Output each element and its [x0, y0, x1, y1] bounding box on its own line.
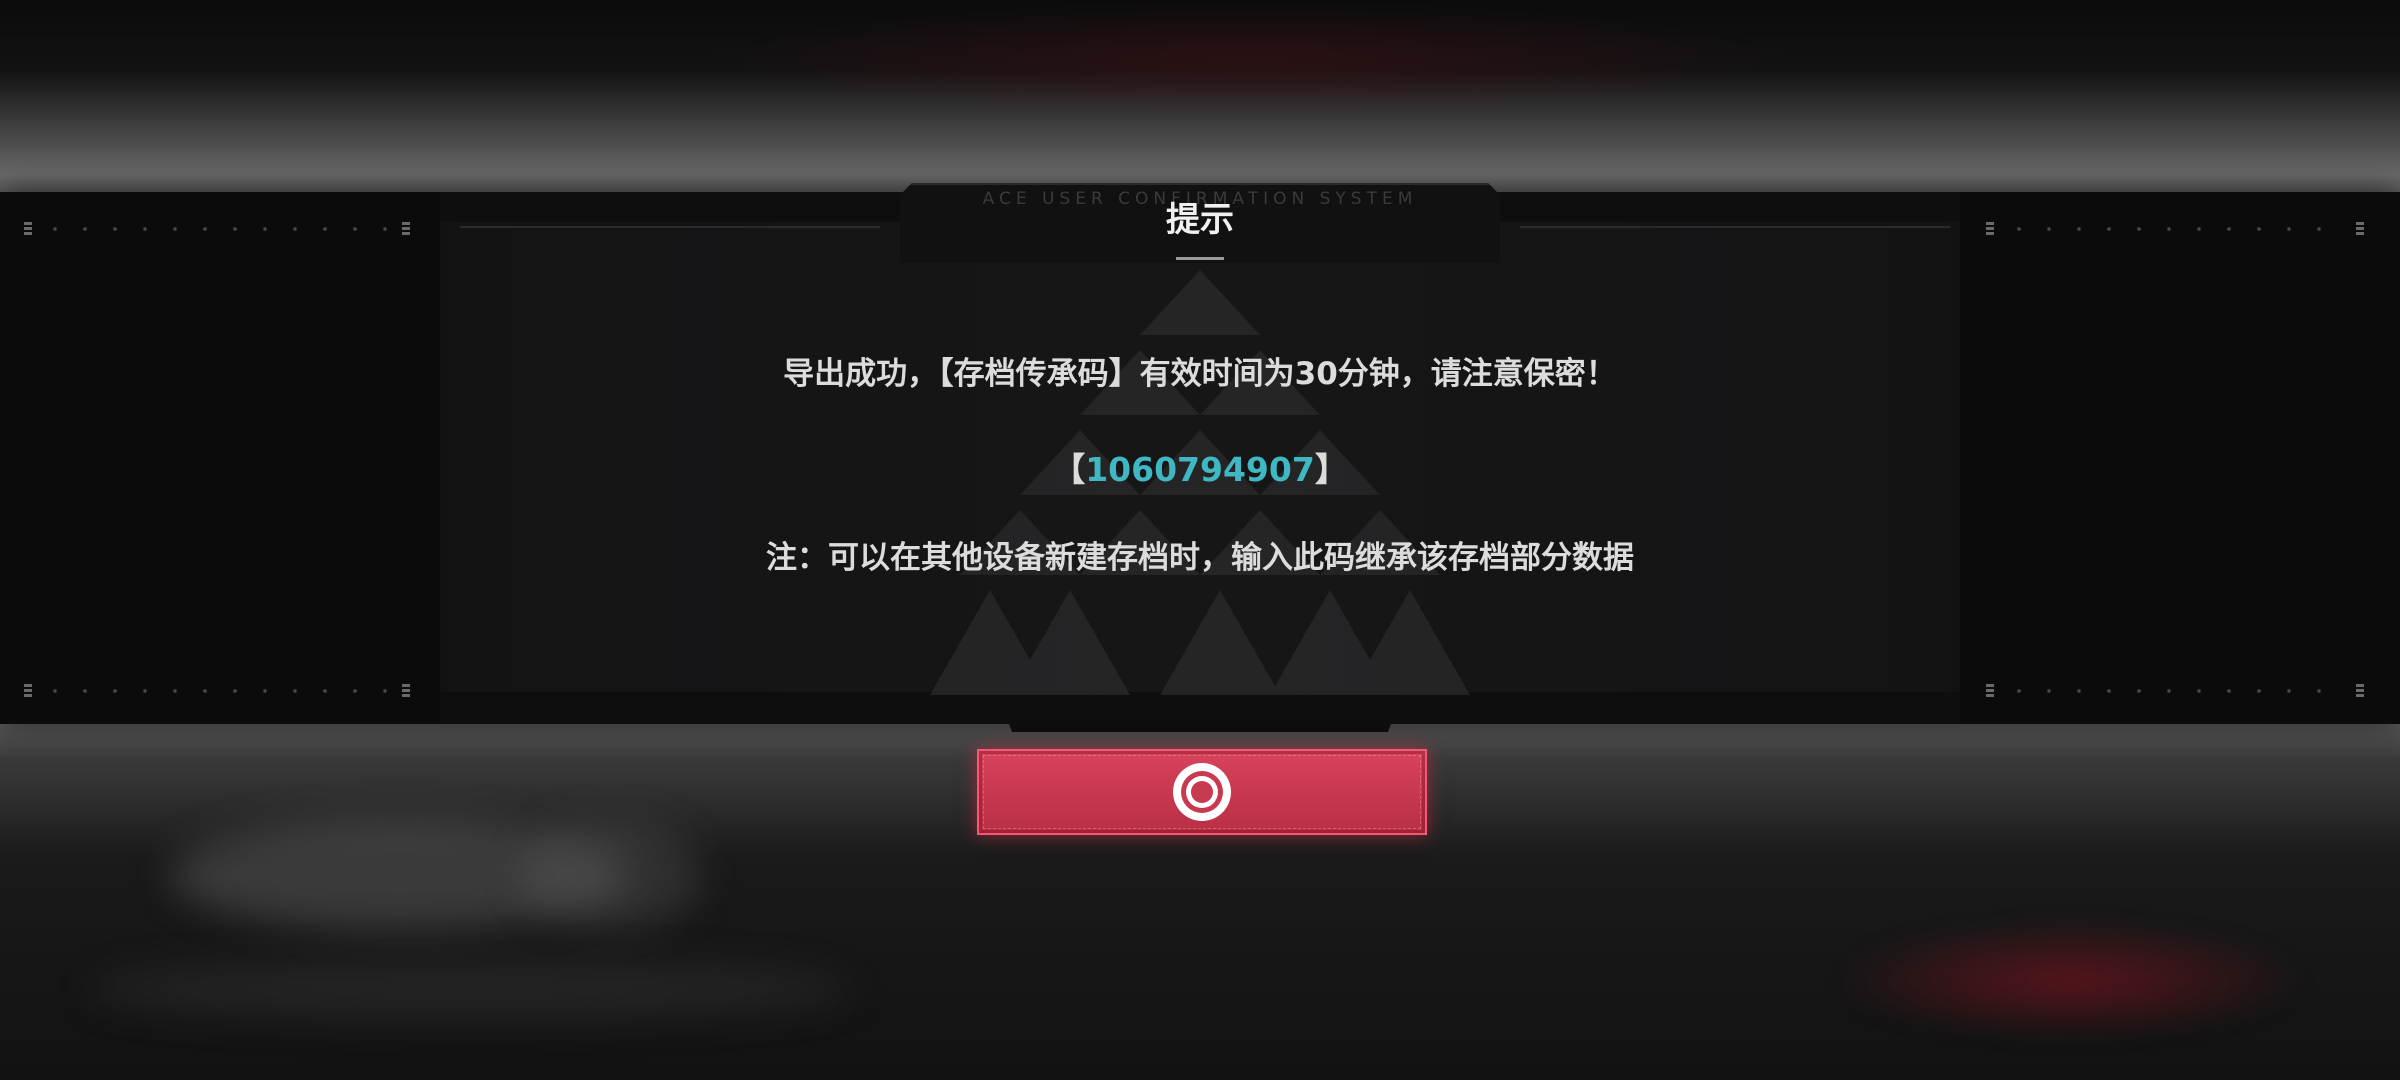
dialog-bottom-tab — [1000, 700, 1400, 732]
code-bracket-open: 【 — [1052, 450, 1086, 489]
top-rail-line-left — [460, 226, 880, 228]
inheritance-note: 注：可以在其他设备新建存档时，输入此码继承该存档部分数据 — [766, 540, 1634, 576]
corner-mark — [2356, 222, 2364, 236]
confirm-button[interactable] — [977, 749, 1427, 835]
dialog-right-side — [1960, 192, 2400, 724]
background-red-glow — [1830, 920, 2310, 1040]
dialog-left-side — [0, 192, 440, 724]
corner-mark — [24, 684, 32, 698]
corner-mark — [402, 684, 410, 698]
corner-mark — [1986, 684, 1994, 698]
watermark-triangle — [1160, 590, 1280, 695]
dot-rail — [2004, 225, 2344, 233]
dot-rail — [2004, 687, 2344, 695]
dot-rail — [40, 687, 400, 695]
watermark-triangle — [1140, 270, 1260, 335]
background-blur-blob — [90, 960, 850, 1020]
watermark-triangle — [1010, 590, 1130, 695]
corner-mark — [24, 222, 32, 236]
corner-mark — [1986, 222, 1994, 236]
corner-mark — [2356, 684, 2364, 698]
export-success-message: 导出成功，【存档传承码】有效时间为30分钟，请注意保密！ — [783, 356, 1617, 392]
corner-mark — [402, 222, 410, 236]
ring-target-icon — [1173, 763, 1231, 821]
code-bracket-close: 】 — [1314, 450, 1348, 489]
inheritance-code-value: 1060794907 — [1085, 450, 1315, 489]
top-rail-line-right — [1520, 226, 1950, 228]
dot-rail — [40, 225, 400, 233]
background-blur-blob — [520, 820, 700, 930]
background-red-haze — [700, 0, 1800, 120]
dialog-title: 提示 — [1166, 200, 1234, 240]
watermark-triangle — [1350, 590, 1470, 695]
inheritance-code: 【1060794907】 — [500, 443, 1900, 491]
